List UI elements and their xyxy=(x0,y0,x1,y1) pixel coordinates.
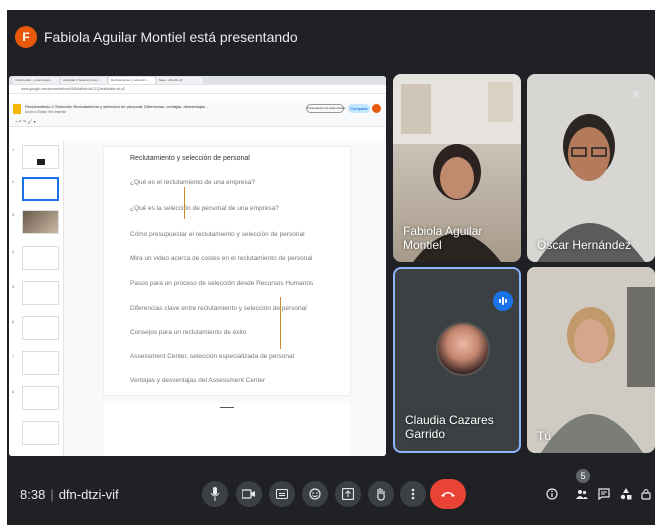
mic-muted-icon: ✕ xyxy=(631,89,641,101)
hand-icon xyxy=(377,488,385,501)
slide-thumbnail[interactable] xyxy=(22,351,59,375)
browser-tab[interactable]: Actividad 2 Selección Rec... xyxy=(61,77,107,84)
slideshow-button[interactable]: Presentación de diapositivas xyxy=(306,104,345,113)
microphone-icon xyxy=(210,487,220,501)
participant-tile[interactable]: ✕ Oscar Hernández xyxy=(527,74,655,262)
slide-bullet: ¿Qué es el reclutamiento de una empresa? xyxy=(130,179,256,186)
slides-logo-icon xyxy=(13,104,21,114)
top-bar: F Fabiola Aguilar Montiel está presentan… xyxy=(7,10,655,60)
hang-up-icon xyxy=(441,492,455,497)
slide-bullet: Mira un video acerca de costes en el rec… xyxy=(130,255,313,262)
browser-tab[interactable]: Instituto IEU - Licenciatura... xyxy=(13,77,59,84)
microphone-button[interactable] xyxy=(202,481,228,507)
slide-title: Reclutamiento y selección de personal xyxy=(130,155,250,162)
slides-workspace: 1 2 3 4 5 6 7 8 Reclutamiento y selecció… xyxy=(9,141,386,456)
slide-bullet: Pasos para un proceso de selección desde… xyxy=(130,280,314,287)
camera-button[interactable] xyxy=(236,481,262,507)
clock: 8:38 xyxy=(20,487,46,502)
raise-hand-button[interactable] xyxy=(368,481,394,507)
slide-thumbnail[interactable] xyxy=(22,177,59,201)
meet-window: F Fabiola Aguilar Montiel está presentan… xyxy=(7,10,655,525)
address-bar[interactable]: docs.google.com/presentation/d/1Ml0aMaVs… xyxy=(9,85,386,94)
meeting-details-button[interactable] xyxy=(543,485,561,503)
people-icon xyxy=(576,490,588,499)
people-button[interactable] xyxy=(573,485,591,503)
activities-button[interactable] xyxy=(617,485,635,503)
bookmarks-bar xyxy=(9,94,386,101)
emoji-button[interactable] xyxy=(302,481,328,507)
participant-name: Tú xyxy=(537,429,552,443)
slide-bullet: Assessment Center, selección especializa… xyxy=(130,353,295,360)
participant-count-badge: 5 xyxy=(576,469,590,483)
participant-tile-self[interactable]: Tú xyxy=(527,267,655,453)
doc-header: Reclutamiento 2 Selección Reclutamiento … xyxy=(9,101,386,117)
meeting-info: 8:38 | dfn-dtzi-vif xyxy=(20,487,119,502)
presenter-title: Fabiola Aguilar Montiel está presentando xyxy=(44,29,298,45)
participant-video xyxy=(527,74,655,262)
camera-icon xyxy=(242,489,255,499)
captions-icon xyxy=(276,489,288,499)
slide-thumbnail[interactable] xyxy=(22,386,59,410)
info-icon xyxy=(546,488,558,500)
slide-thumbnail[interactable] xyxy=(22,316,59,340)
participant-tile-active-speaker[interactable]: Claudia Cazares Garrido xyxy=(393,267,521,453)
slide-bullet: Ventajas y desventajas del Assessment Ce… xyxy=(130,377,266,384)
participant-tile[interactable]: Fabiola Aguilar Montiel xyxy=(393,74,521,262)
slide-thumbnails[interactable]: 1 2 3 4 5 6 7 8 xyxy=(9,141,64,456)
participant-name: Oscar Hernández xyxy=(537,238,632,252)
browser-tab[interactable]: Reclutamiento y selección ... xyxy=(109,77,155,84)
divider xyxy=(280,297,281,349)
account-avatar[interactable] xyxy=(372,104,381,113)
share-button[interactable]: Compartir xyxy=(348,104,370,113)
leave-call-button[interactable] xyxy=(430,479,466,509)
slide-bullet: Cómo presupuestar el reclutamiento y sel… xyxy=(130,231,305,238)
slide-bullet: Consejos para un reclutamiento de éxito xyxy=(130,329,247,336)
lock-person-icon xyxy=(641,489,651,500)
slide-thumbnail[interactable] xyxy=(22,145,59,169)
host-controls-button[interactable] xyxy=(637,485,655,503)
slide-thumbnail[interactable] xyxy=(22,421,59,445)
participant-name: Fabiola Aguilar Montiel xyxy=(403,224,483,252)
more-options-button[interactable] xyxy=(400,481,426,507)
bottom-bar: 8:38 | dfn-dtzi-vif 5 xyxy=(7,465,655,525)
slide-thumbnail[interactable] xyxy=(22,281,59,305)
activities-icon xyxy=(620,488,632,500)
more-vert-icon xyxy=(411,488,415,500)
emoji-icon xyxy=(309,488,321,500)
speaking-indicator-icon xyxy=(493,291,513,311)
captions-button[interactable] xyxy=(269,481,295,507)
meeting-code: dfn-dtzi-vif xyxy=(58,487,119,502)
slide-thumbnail[interactable] xyxy=(22,246,59,270)
current-slide[interactable]: Reclutamiento y selección de personal ¿Q… xyxy=(104,147,350,395)
shared-screen[interactable]: Instituto IEU - Licenciatura... Activida… xyxy=(9,76,386,456)
present-screen-icon xyxy=(342,488,354,500)
slide-thumbnail[interactable] xyxy=(22,210,59,234)
divider xyxy=(184,187,185,219)
browser-tab-strip: Instituto IEU - Licenciatura... Activida… xyxy=(9,76,386,85)
slides-toolbar[interactable]: + ↶ ↷ 🖌 ▾ xyxy=(9,117,386,127)
participant-name: Claudia Cazares Garrido xyxy=(405,413,494,441)
participant-avatar xyxy=(436,322,490,376)
browser-tab[interactable]: Meet - dfn-dtzi-vif xyxy=(157,77,203,84)
self-video xyxy=(527,267,655,453)
present-button[interactable] xyxy=(335,481,361,507)
slide-bullet: ¿Qué es la selección de personal de una … xyxy=(130,205,279,212)
chat-button[interactable] xyxy=(595,485,613,503)
chat-icon xyxy=(598,488,610,500)
speaker-notes[interactable] xyxy=(104,403,350,456)
presenter-avatar: F xyxy=(15,26,37,48)
